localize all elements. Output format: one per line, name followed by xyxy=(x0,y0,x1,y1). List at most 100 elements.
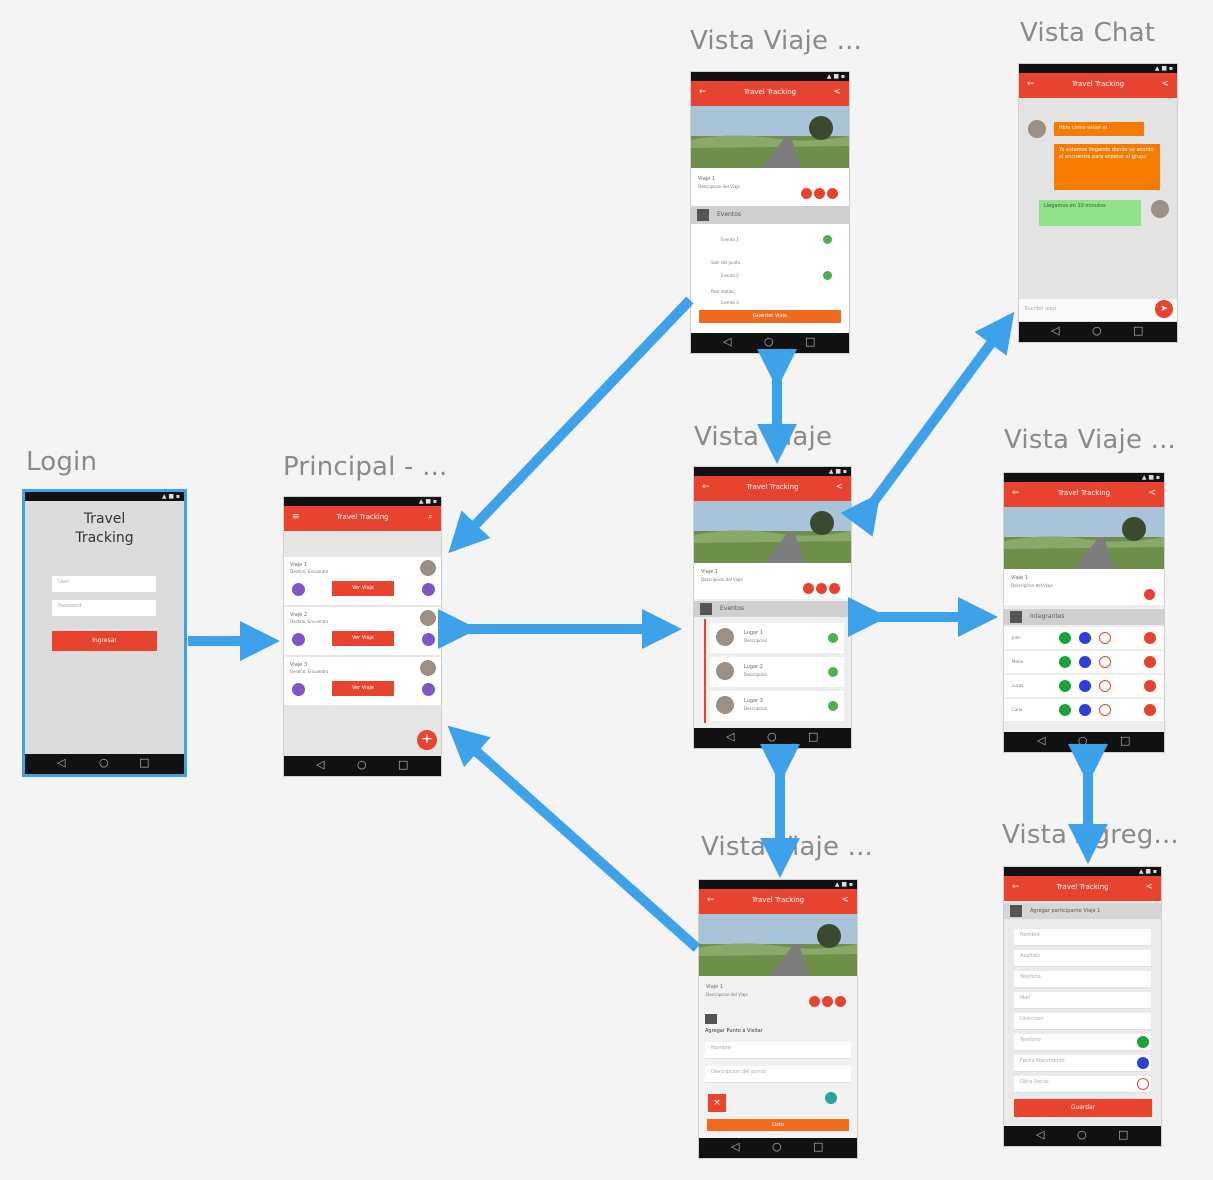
share-icon[interactable]: < xyxy=(833,87,841,97)
map-icon[interactable] xyxy=(803,583,814,594)
check-icon[interactable] xyxy=(828,667,838,677)
save-member-button[interactable]: Guardar xyxy=(1014,1099,1152,1117)
phone-icon[interactable] xyxy=(1059,656,1071,668)
back-icon[interactable]: ◁ xyxy=(316,759,324,771)
chat-icon[interactable] xyxy=(822,996,833,1007)
emergency-phone-field[interactable]: Telefono xyxy=(1014,1034,1151,1051)
info-icon[interactable] xyxy=(422,683,435,696)
back-icon[interactable]: ◁ xyxy=(726,731,734,743)
phone-icon[interactable] xyxy=(1059,680,1071,692)
back-icon[interactable]: ◁ xyxy=(731,1141,739,1153)
info-icon[interactable] xyxy=(1079,704,1091,716)
birthdate-field[interactable]: Fecha Nacimiento xyxy=(1014,1055,1151,1072)
point-name-field[interactable]: Nombre xyxy=(705,1042,851,1059)
name-field[interactable]: Nombre xyxy=(1014,929,1151,946)
viaje-add-point-screen[interactable]: ▲ ■ ▪ ← Travel Tracking < Viaje 1 Descri… xyxy=(699,880,857,1158)
view-trip-button[interactable]: Ver Viaje xyxy=(332,631,394,646)
recents-icon[interactable]: □ xyxy=(398,759,408,771)
place-item[interactable]: Lugar 2 Descripcion xyxy=(710,657,844,687)
search-icon[interactable]: ⌕ xyxy=(428,512,433,522)
people-icon[interactable] xyxy=(835,996,846,1007)
lastname-field[interactable]: Apellido xyxy=(1014,950,1151,967)
info-icon[interactable] xyxy=(1144,589,1155,600)
password-field[interactable]: Password xyxy=(52,600,156,617)
home-icon[interactable]: ○ xyxy=(772,1141,782,1153)
share-icon[interactable] xyxy=(292,633,305,646)
people-icon[interactable] xyxy=(827,188,838,199)
user-field[interactable]: User xyxy=(52,576,156,593)
home-icon[interactable]: ○ xyxy=(764,336,774,348)
info-icon[interactable] xyxy=(1137,1057,1149,1069)
send-icon[interactable]: ➤ xyxy=(1155,300,1173,318)
add-fab-icon[interactable]: + xyxy=(417,730,437,750)
place-item[interactable]: Lugar 3 Descripcion xyxy=(710,691,844,721)
check-icon[interactable] xyxy=(823,271,832,280)
member-row[interactable]: Lucas xyxy=(1004,675,1164,697)
agregar-screen[interactable]: ▲ ■ ▪ ← Travel Tracking < Agregar partic… xyxy=(1004,867,1161,1146)
login-screen[interactable]: ▲ ■ ▪ Travel Tracking User Password Ingr… xyxy=(25,492,184,774)
recents-icon[interactable]: □ xyxy=(1133,325,1143,337)
people-icon[interactable] xyxy=(829,583,840,594)
trip-card[interactable]: Viaje 3 Destino, Encuentro Ver Viaje xyxy=(284,657,441,705)
close-icon[interactable]: × xyxy=(708,1094,726,1112)
info-icon[interactable] xyxy=(1079,632,1091,644)
chat-screen[interactable]: ▲ ■ ▪ ← Travel Tracking < Hola como esta… xyxy=(1019,64,1177,342)
member-row[interactable]: Maria xyxy=(1004,651,1164,673)
recents-icon[interactable]: □ xyxy=(139,757,149,769)
done-button[interactable]: Listo xyxy=(707,1119,849,1131)
share-icon[interactable] xyxy=(292,583,305,596)
insurance-field[interactable]: Obra Social xyxy=(1014,1076,1151,1093)
viaje-members-screen[interactable]: ▲ ■ ▪ ← Travel Tracking < Viaje 1 Descri… xyxy=(1004,473,1164,752)
share-icon[interactable] xyxy=(292,683,305,696)
info-icon[interactable] xyxy=(1079,656,1091,668)
home-icon[interactable]: ○ xyxy=(357,759,367,771)
point-description-field[interactable]: Descripcion del punto xyxy=(705,1066,851,1083)
back-icon[interactable]: ◁ xyxy=(57,757,65,769)
view-trip-button[interactable]: Ver Viaje xyxy=(332,581,394,596)
message-icon[interactable] xyxy=(1099,704,1111,716)
member-row[interactable]: Carla xyxy=(1004,699,1164,721)
map-icon[interactable] xyxy=(809,996,820,1007)
recents-icon[interactable]: □ xyxy=(813,1141,823,1153)
phone-icon[interactable] xyxy=(1137,1036,1149,1048)
share-icon[interactable]: < xyxy=(835,482,843,492)
phone-icon[interactable] xyxy=(1059,704,1071,716)
trip-card[interactable]: Viaje 2 Destino, Encuentro Ver Viaje xyxy=(284,607,441,655)
map-icon[interactable] xyxy=(801,188,812,199)
back-icon[interactable]: ◁ xyxy=(1051,325,1059,337)
viaje-center-screen[interactable]: ▲ ■ ▪ ← Travel Tracking < Viaje 1 Descri… xyxy=(694,467,851,748)
trip-card[interactable]: Viaje 1 Destino, Encuentro Ver Viaje xyxy=(284,557,441,605)
info-icon[interactable] xyxy=(422,583,435,596)
place-item[interactable]: Lugar 1 Descripcion xyxy=(710,623,844,653)
recents-icon[interactable]: □ xyxy=(808,731,818,743)
message-icon[interactable] xyxy=(1099,680,1111,692)
home-icon[interactable]: ○ xyxy=(1092,325,1102,337)
info-icon[interactable] xyxy=(1079,680,1091,692)
message-input[interactable]: Escribir aqui xyxy=(1019,299,1177,322)
back-icon[interactable]: ◁ xyxy=(723,336,731,348)
recents-icon[interactable]: □ xyxy=(1120,735,1130,747)
check-icon[interactable] xyxy=(828,633,838,643)
recents-icon[interactable]: □ xyxy=(805,336,815,348)
info-icon[interactable] xyxy=(422,633,435,646)
back-icon[interactable]: ◁ xyxy=(1037,735,1045,747)
share-icon[interactable]: < xyxy=(841,895,849,905)
chat-icon[interactable] xyxy=(816,583,827,594)
principal-screen[interactable]: ▲ ■ ▪ ≡ Travel Tracking ⌕ Viaje 1 Destin… xyxy=(284,497,441,776)
back-icon[interactable]: ◁ xyxy=(1036,1129,1044,1141)
delete-icon[interactable] xyxy=(1144,656,1156,668)
home-icon[interactable]: ○ xyxy=(99,757,109,769)
home-icon[interactable]: ○ xyxy=(1078,735,1088,747)
delete-icon[interactable] xyxy=(1144,632,1156,644)
check-icon[interactable] xyxy=(823,235,832,244)
viaje-top-screen[interactable]: ▲ ■ ▪ ← Travel Tracking < Viaje 1 Descri… xyxy=(691,72,849,353)
delete-icon[interactable] xyxy=(1144,704,1156,716)
delete-icon[interactable] xyxy=(1144,680,1156,692)
mail-field[interactable]: Mail xyxy=(1014,992,1151,1009)
message-icon[interactable] xyxy=(1137,1078,1149,1090)
share-icon[interactable]: < xyxy=(1145,882,1153,892)
view-trip-button[interactable]: Ver Viaje xyxy=(332,681,394,696)
share-icon[interactable]: < xyxy=(1161,79,1169,89)
message-icon[interactable] xyxy=(1099,632,1111,644)
home-icon[interactable]: ○ xyxy=(767,731,777,743)
